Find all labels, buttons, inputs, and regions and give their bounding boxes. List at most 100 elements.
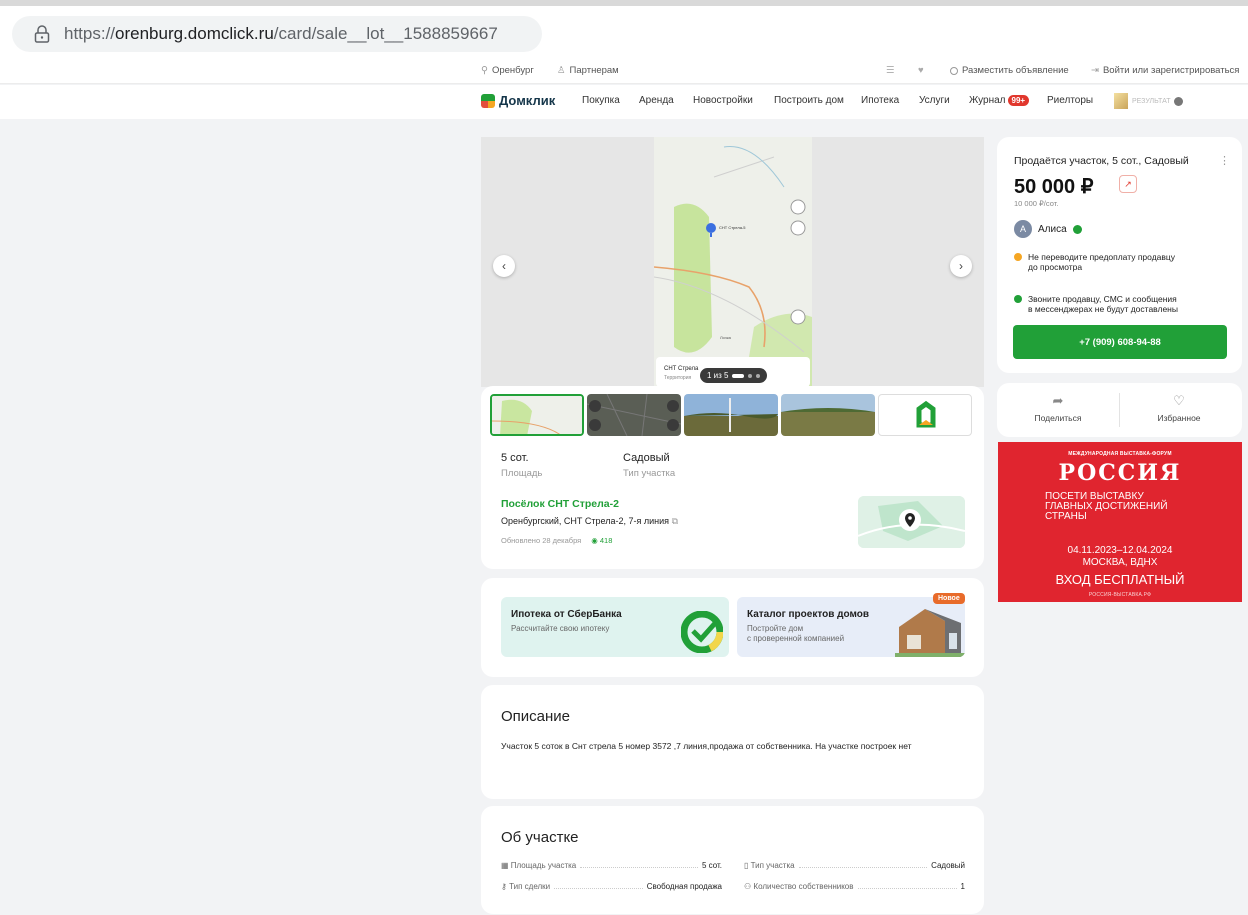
price-trend-icon[interactable]: ↗ [1119,175,1137,193]
gallery-next-button[interactable]: › [950,255,972,277]
nav-buy[interactable]: Покупка [582,95,620,106]
info-icon[interactable] [1174,96,1184,106]
about-title: Об участке [501,829,579,846]
actions-card: ➦ Поделиться ♡ Избранное [997,383,1242,437]
page-indicator [748,373,753,378]
nav-mortgage[interactable]: Ипотека [861,95,899,106]
avatar: А [1014,220,1032,238]
map-photo: СНТ Стрела-5 Лочка СНТ Стрела Территория [654,137,812,387]
photo-gallery[interactable]: СНТ Стрела-5 Лочка СНТ Стрела Территория [481,137,984,387]
chevron-left-icon: ‹ [502,259,506,273]
map-card-title: СНТ Стрела [664,366,699,372]
plus-circle-icon [950,66,958,75]
views-count: ◉ 418 [591,536,613,545]
sponsor-logo [1114,93,1128,109]
city-selector[interactable]: ⚲ Оренбург [481,65,534,76]
spec-row-owners: ⚇ Количество собственников 1 [744,882,965,891]
share-button[interactable]: ➦ Поделиться [1008,393,1108,423]
spec-row-type: ▯ Тип участка Садовый [744,861,965,870]
new-badge: Новое [933,593,965,604]
listing-meta: Обновлено 28 декабря ◉ 418 [501,536,612,545]
map-card-sub: Территория [664,375,692,381]
shield-icon [1014,295,1022,303]
partners-link[interactable]: ♙ Партнерам [557,65,619,76]
compare-icon[interactable]: ☰ [886,65,895,76]
user-icon: ♙ [557,65,566,76]
house-illustration [895,609,965,657]
thumbnail-logo[interactable] [878,394,972,436]
village-link[interactable]: Посёлок СНТ Стрела-2 [501,498,619,510]
offer-title: Продаётся участок, 5 сот., Садовый [1014,155,1189,167]
login-link[interactable]: ⇥ Войти или зарегистрироваться [1091,65,1239,76]
top-strip: ⚲ Оренбург ♙ Партнерам ☰ ♥ Разместить об… [0,58,1248,84]
favorite-button[interactable]: ♡ Избранное [1129,393,1229,423]
mini-map[interactable] [858,496,965,548]
location-icon: ⚲ [481,65,488,76]
nav-journal[interactable]: Журнал 99+ [969,95,1030,106]
login-icon: ⇥ [1091,65,1099,76]
promo-card: Ипотека от СберБанка Рассчитайте свою ип… [481,578,984,677]
nav-realtors[interactable]: Риелторы [1047,95,1093,106]
people-icon: ⚇ [744,882,754,891]
about-plot-card: Об участке ▦ Площадь участка 5 сот. ▯ Тип… [481,806,984,914]
expo-ad-banner[interactable]: МЕЖДУНАРОДНАЯ ВЫСТАВКА-ФОРУМ РОССИЯ ПОСЕ… [998,442,1242,602]
address-field[interactable]: https://orenburg.domclick.ru/card/sale__… [12,16,542,52]
ad-free-entry: ВХОД БЕСПЛАТНЫЙ [1055,572,1185,587]
ad-brand: РОССИЯ [1058,460,1182,486]
lock-icon[interactable] [34,25,50,43]
eye-icon: ◉ [591,536,598,545]
area-icon: ▦ [501,861,511,870]
description-text: Участок 5 соток в Снт стрела 5 номер 357… [501,741,912,751]
prepayment-warning: Не переводите предоплату продавцу до прос… [1014,252,1175,272]
key-icon: ⚷ [501,882,510,891]
nav-rent[interactable]: Аренда [639,95,674,106]
thumbnail-satellite[interactable] [587,394,681,436]
page-indicator-active [732,373,745,378]
browser-url-bar: https://orenburg.domclick.ru/card/sale__… [0,0,1248,58]
price: 50 000 ₽ [1014,176,1094,198]
seller-info[interactable]: А Алиса [1014,220,1082,238]
share-icon: ➦ [1052,393,1064,408]
ad-dates: 04.11.2023–12.04.2024 МОСКВА, ВДНХ [1067,545,1173,568]
thumbnail-photo-1[interactable] [684,394,778,436]
divider [1119,393,1120,427]
sberbank-logo [681,611,723,653]
post-ad-link[interactable]: Разместить объявление [950,65,1069,76]
thumbnail-photo-2[interactable] [781,394,875,436]
warning-icon [1014,253,1022,261]
phone-button[interactable]: +7 (909) 608-94-88 [1013,325,1227,359]
description-title: Описание [501,708,571,725]
updated-date: Обновлено 28 декабря [501,536,582,545]
nav-new-buildings[interactable]: Новостройки [693,95,753,106]
listing-info-card: 5 сот. Площадь Садовый Тип участка Посёл… [481,386,984,569]
page-indicator [756,373,761,378]
main-nav: Домклик Покупка Аренда Новостройки Постр… [0,85,1248,119]
heart-icon[interactable]: ♥ [918,65,924,76]
area-param: 5 сот. Площадь [501,452,543,479]
document-icon: ▯ [744,861,751,870]
spec-row-area: ▦ Площадь участка 5 сот. [501,861,722,870]
journal-badge: 99+ [1007,95,1030,106]
type-param: Садовый Тип участка [623,452,676,479]
gallery-prev-button[interactable]: ‹ [493,255,515,277]
logo-icon [481,93,495,108]
thumbnail-strip [490,394,972,436]
map-pin-label: СНТ Стрела-5 [719,225,746,230]
map-place-label: Лочка [720,335,731,340]
contact-warning: Звоните продавцу, СМС и сообщения в мессе… [1014,294,1178,314]
seller-name: Алиса [1038,223,1067,235]
gallery-counter: 1 из 5 [700,368,768,383]
domclick-logo[interactable]: Домклик [481,93,555,108]
address-text: Оренбургский, СНТ Стрела-2, 7-я линия ⧉ [501,516,678,526]
nav-build-house[interactable]: Построить дом [774,95,844,106]
description-card: Описание Участок 5 соток в Снт стрела 5 … [481,685,984,799]
thumbnail-map[interactable] [490,394,584,436]
heart-icon: ♡ [1173,393,1185,408]
copy-icon[interactable]: ⧉ [672,516,678,526]
house-catalog-promo[interactable]: Каталог проектов домов Постройте дом с пр… [737,597,965,657]
nav-services[interactable]: Услуги [919,95,950,106]
more-icon[interactable]: ⋮ [1219,154,1230,167]
mortgage-promo[interactable]: Ипотека от СберБанка Рассчитайте свою ип… [501,597,729,657]
sponsor-banner[interactable]: РЕЗУЛЬТАТ [1114,93,1184,109]
spec-row-deal: ⚷ Тип сделки Свободная продажа [501,882,722,891]
